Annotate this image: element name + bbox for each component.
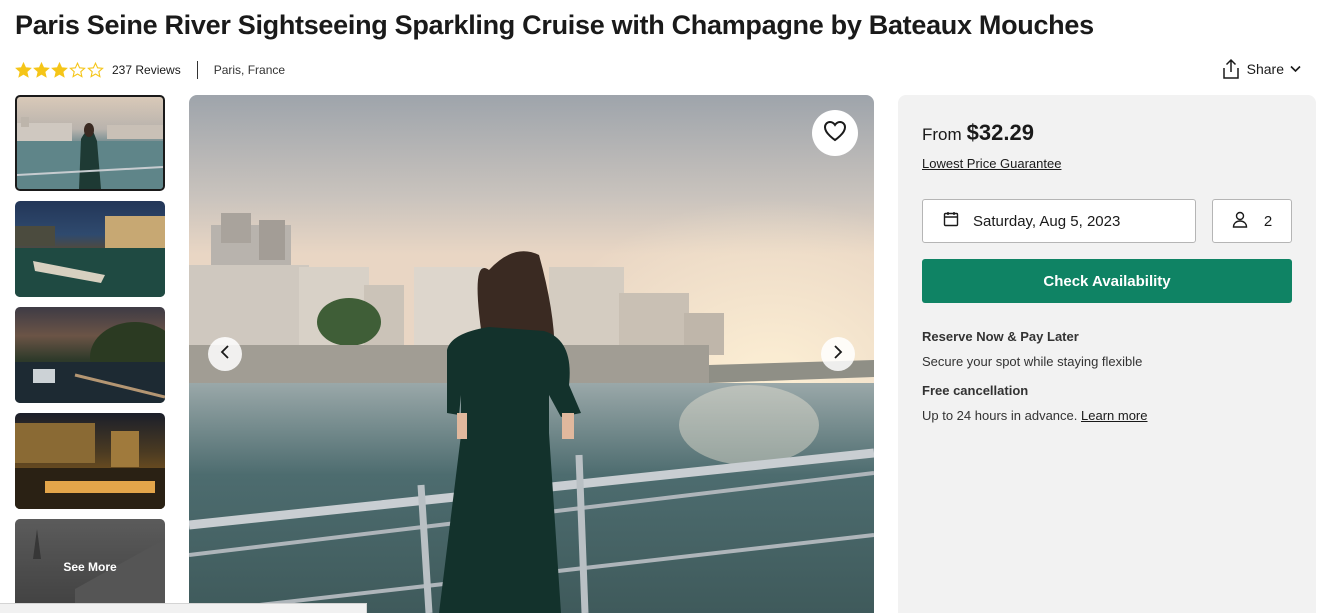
user-icon — [1232, 211, 1248, 232]
guests-value: 2 — [1263, 212, 1273, 230]
share-label: Share — [1246, 61, 1284, 77]
reserve-title: Reserve Now & Pay Later — [922, 329, 1079, 344]
thumbnail-2[interactable] — [15, 201, 165, 297]
star-icon — [69, 61, 86, 79]
cancellation-text: Up to 24 hours in advance. — [922, 408, 1078, 423]
previous-photo-button[interactable] — [208, 337, 242, 371]
thumbnail-3[interactable] — [15, 307, 165, 403]
chevron-right-icon — [833, 344, 843, 364]
heart-icon — [823, 120, 847, 147]
reviews-count[interactable]: 237 Reviews — [112, 63, 181, 77]
guests-picker[interactable]: 2 — [1212, 199, 1292, 243]
share-button[interactable]: Share — [1221, 58, 1301, 80]
reserve-text: Secure your spot while staying flexible — [922, 354, 1143, 369]
wishlist-button[interactable] — [812, 110, 858, 156]
browser-status-bar — [0, 603, 367, 613]
date-picker[interactable]: Saturday, Aug 5, 2023 — [922, 199, 1196, 243]
lowest-price-guarantee-link[interactable]: Lowest Price Guarantee — [922, 156, 1061, 171]
chevron-left-icon — [220, 344, 230, 364]
share-icon — [1221, 58, 1241, 80]
chevron-down-icon — [1290, 65, 1301, 73]
cancellation-title: Free cancellation — [922, 383, 1029, 398]
rating-stars — [15, 61, 104, 79]
price-value: $32.29 — [966, 120, 1034, 145]
star-icon — [15, 61, 32, 79]
star-icon — [51, 61, 68, 79]
calendar-icon — [943, 211, 959, 231]
divider — [196, 61, 198, 79]
thumbnail-list: See More — [15, 95, 165, 613]
rating-row: 237 Reviews Paris, France — [15, 60, 285, 80]
star-icon — [87, 61, 104, 79]
thumbnail-4[interactable] — [15, 413, 165, 509]
thumbnail-5[interactable]: See More — [15, 519, 165, 613]
next-photo-button[interactable] — [821, 337, 855, 371]
check-availability-button[interactable]: Check Availability — [922, 259, 1292, 303]
cancellation-text-row: Up to 24 hours in advance. Learn more — [922, 408, 1148, 423]
see-more-label: See More — [15, 519, 165, 613]
thumbnail-1[interactable] — [15, 95, 165, 191]
location-label: Paris, France — [213, 63, 286, 77]
main-photo — [189, 95, 874, 613]
price-line: From $32.29 — [922, 120, 1034, 146]
page-title: Paris Seine River Sightseeing Sparkling … — [15, 10, 1094, 40]
booking-panel: From $32.29 Lowest Price Guarantee Satur… — [898, 95, 1316, 613]
date-value: Saturday, Aug 5, 2023 — [973, 212, 1121, 230]
from-label: From — [922, 125, 962, 144]
learn-more-link[interactable]: Learn more — [1081, 408, 1147, 423]
star-icon — [33, 61, 50, 79]
